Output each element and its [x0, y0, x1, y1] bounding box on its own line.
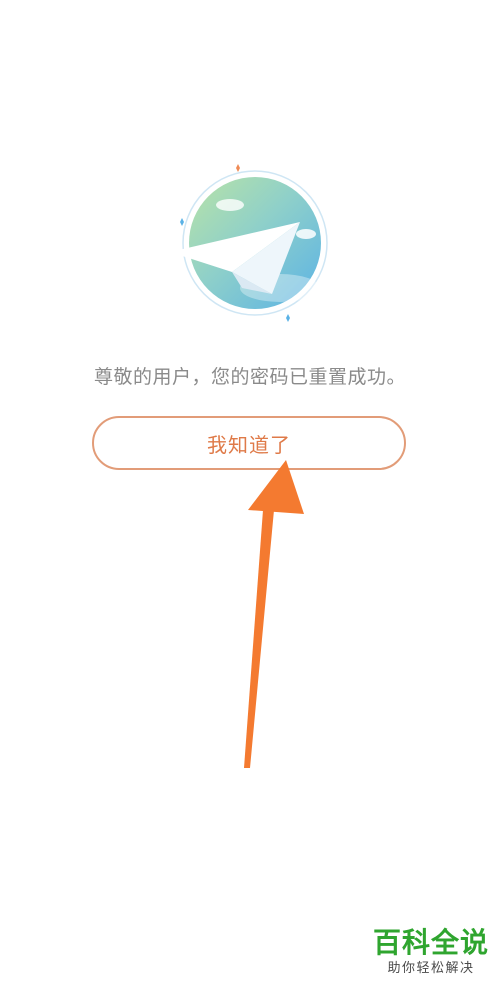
watermark: 百科全说 助你轻松解决	[372, 926, 490, 978]
paper-plane-globe-icon	[170, 164, 328, 322]
annotation-arrow-shaft	[244, 510, 274, 768]
acknowledge-button-label: 我知道了	[207, 432, 291, 457]
success-message: 尊敬的用户，您的密码已重置成功。	[93, 366, 406, 388]
password-reset-success-screen: 尊敬的用户，您的密码已重置成功。 我知道了 百科全说 助你轻松解决	[0, 0, 500, 989]
watermark-subtitle: 助你轻松解决	[387, 961, 475, 976]
annotation-arrow	[244, 460, 304, 768]
acknowledge-button[interactable]: 我知道了	[92, 416, 406, 470]
watermark-title: 百科全说	[372, 926, 489, 959]
